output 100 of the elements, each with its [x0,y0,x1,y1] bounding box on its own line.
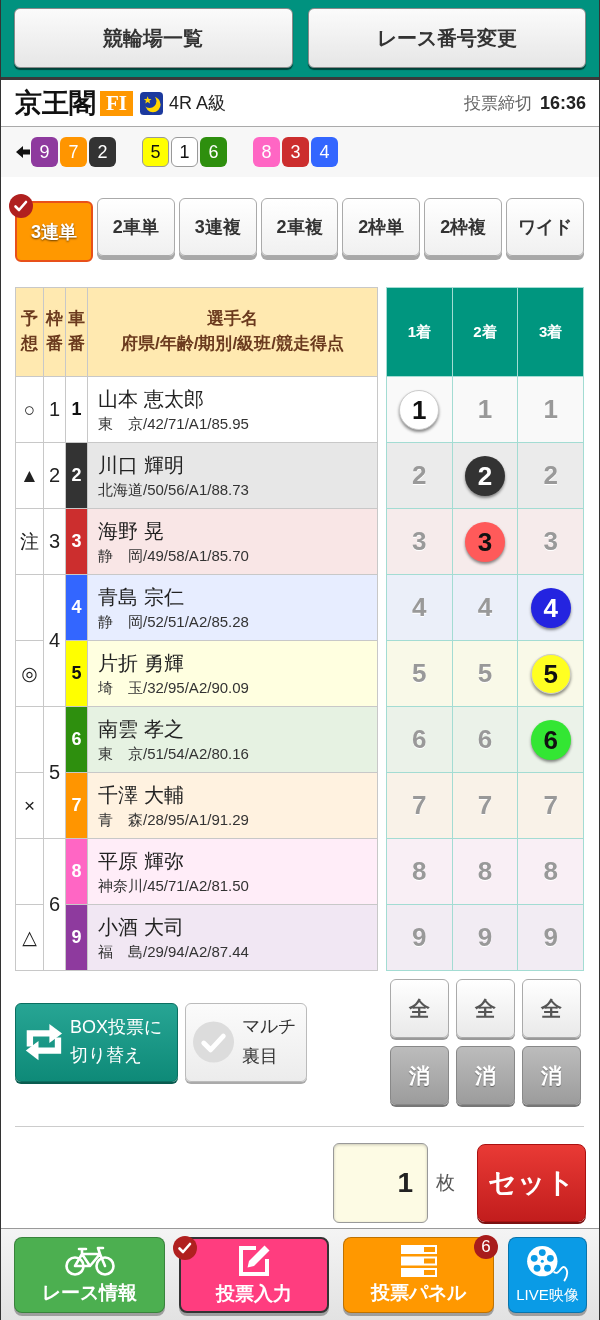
bicycle-icon [64,1244,115,1277]
selection-cell[interactable]: 5 [386,640,453,707]
selection-cell[interactable]: 9 [517,904,584,971]
selection-cell[interactable]: 7 [452,772,518,839]
grade-badge: FI [100,90,133,116]
bike-number-option: 7 [477,790,493,820]
bike-number-option: 2 [543,460,558,490]
rider-details: 福 島/29/94/A2/87.44 [98,943,250,961]
selection-cell[interactable]: 1 [452,376,518,443]
selection-cell[interactable]: 6 [452,706,518,773]
left-arrow-icon [16,146,30,158]
rider-name: 川口 輝明 [98,453,185,478]
nav-button[interactable]: LIVE映像 [508,1237,587,1313]
multi-toggle-button[interactable]: マルチ裏目 [185,1002,307,1082]
nav-button[interactable]: 投票入力 [179,1237,329,1313]
selection-cell[interactable]: 8 [386,838,453,905]
rider-details: 青 森/28/95/A1/91.29 [98,811,250,829]
frame-number: 6 [43,838,66,971]
bike-number-chip: 2 [89,137,116,167]
selection-cell[interactable]: 4 [386,574,453,641]
check-badge-icon [173,1236,197,1260]
edit-icon [237,1243,271,1278]
selection-cell[interactable]: 8 [452,838,518,905]
select-all-button[interactable]: 全 [521,979,581,1038]
bike-number-option: 3 [412,526,427,556]
select-all-button[interactable]: 全 [389,979,449,1038]
unit-label: 枚 [436,1171,455,1195]
select-all-button[interactable]: 全 [455,979,515,1038]
bike-number-option: 6 [412,724,427,754]
selection-cell[interactable]: 9 [452,904,518,971]
selection-cell[interactable]: 3 [517,508,584,575]
selection-cell[interactable]: 6 [517,706,584,773]
bike-number-chip: 8 [253,137,280,167]
selected-bike-number: 3 [465,521,505,562]
film-reel-icon [525,1245,570,1283]
bike-number-option: 7 [543,790,558,820]
deadline-label: 投票締切 [463,92,532,115]
bike-number-chip: 1 [171,137,198,167]
rider-name: 小酒 大司 [98,915,185,940]
selected-bike-number: 2 [465,455,505,496]
bike-number-option: 6 [477,724,493,754]
rider-details: 静 岡/52/51/A2/85.28 [98,613,250,631]
selection-cell[interactable]: 2 [452,442,518,509]
bet-type-tab[interactable]: 3連単 [15,201,93,262]
column-header: 車番 [65,287,88,377]
column-subheader: 府県/年齢/期別/級班/競走得点 [120,333,345,355]
header-button[interactable]: レース番号変更 [307,8,586,68]
selection-cell[interactable]: 3 [386,508,453,575]
race-info: 4R A級 [169,92,227,115]
set-button[interactable]: セット [477,1144,586,1222]
bike-number-option: 4 [412,592,427,622]
clear-button[interactable]: 消 [455,1046,515,1105]
bike-number-option: 2 [412,460,427,490]
bike-number-option: 1 [543,394,558,424]
selection-cell[interactable]: 1 [386,376,453,443]
clear-button[interactable]: 消 [389,1046,449,1105]
header-button[interactable]: 競輪場一覧 [14,8,293,68]
selection-cell[interactable]: 1 [517,376,584,443]
bike-number-option: 8 [477,856,493,886]
column-header: 枠番 [43,287,66,377]
box-bet-switch-button[interactable]: BOX投票に切り替え [15,1002,178,1082]
bike-number-option: 9 [412,922,427,952]
selection-cell[interactable]: 2 [386,442,453,509]
quantity-field[interactable]: 1 [333,1143,428,1223]
selection-cell[interactable]: 5 [517,640,584,707]
count-badge: 6 [474,1235,498,1259]
rider-name: 南雲 孝之 [98,717,185,742]
selection-cell[interactable]: 3 [452,508,518,575]
selection-cell[interactable]: 7 [517,772,584,839]
frame-number: 1 [43,376,66,443]
selection-cell[interactable]: 4 [517,574,584,641]
bike-number-chip: 4 [311,137,338,167]
selection-cell[interactable]: 4 [452,574,518,641]
selected-bike-number: 1 [399,389,440,430]
check-badge-icon [9,194,33,218]
selection-cell[interactable]: 5 [452,640,518,707]
nav-button[interactable]: レース情報 [14,1237,165,1313]
bike-number-chip: 9 [31,137,58,167]
frame-number: 2 [43,442,66,509]
bike-number-option: 9 [543,922,558,952]
selection-cell[interactable]: 7 [386,772,453,839]
rider-details: 東 京/51/54/A2/80.16 [98,745,250,763]
bike-number-chip: 5 [142,137,169,167]
bike-number-option: 8 [412,856,427,886]
column-header: 予想 [15,287,44,377]
selection-cell[interactable]: 8 [517,838,584,905]
selection-cell[interactable]: 6 [386,706,453,773]
frame-number: 3 [43,508,66,575]
bike-number-option: 5 [477,658,493,688]
bike-number-option: 3 [543,526,558,556]
selection-cell[interactable]: 2 [517,442,584,509]
rider-details: 北海道/50/56/A1/88.73 [98,481,250,499]
rider-name: 平原 輝弥 [98,849,185,874]
frame-number: 5 [43,706,66,839]
selection-cell[interactable]: 9 [386,904,453,971]
clear-button[interactable]: 消 [521,1046,581,1105]
bike-number-option: 1 [477,394,493,424]
bike-number-chip: 7 [60,137,87,167]
rider-name: 山本 恵太郎 [98,387,205,412]
rider-name: 青島 宗仁 [98,585,185,610]
